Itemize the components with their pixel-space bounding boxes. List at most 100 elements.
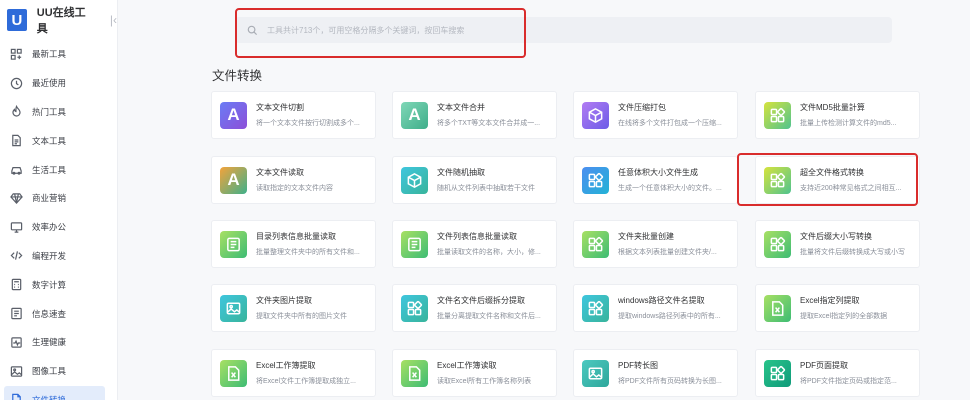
sidebar-item[interactable]: 生活工具 bbox=[0, 155, 117, 184]
tool-card-text: windows路径文件名提取 提取windows路径列表中的所有... bbox=[618, 295, 737, 321]
tool-card[interactable]: windows路径文件名提取 提取windows路径列表中的所有... bbox=[573, 284, 738, 332]
letter-a-icon: A bbox=[220, 101, 247, 129]
tool-card-text: 文件MD5批量計算 批量上传检测计算文件的md5... bbox=[800, 102, 919, 128]
tool-card-text: 目录列表信息批量读取批量整理文件夹中的所有文件和... bbox=[256, 231, 375, 257]
sidebar-item-label: 商业营销 bbox=[32, 193, 67, 204]
sidebar-item-label: 文本工具 bbox=[32, 135, 67, 146]
tool-card-title: 文件随机抽取 bbox=[437, 168, 485, 177]
tool-card[interactable]: Excel指定列提取 提取Excel指定列的全部数据 bbox=[755, 284, 920, 332]
tool-card-desc: 批量将文件后缀转换成大写或小写 bbox=[800, 249, 905, 256]
tool-card-desc: 批量读取文件的名称，大小，修... bbox=[437, 249, 541, 256]
tool-card-title: PDF页面提取 bbox=[800, 361, 848, 370]
tool-card-title: 文件名文件后缀拆分提取 bbox=[437, 296, 525, 305]
sidebar-item[interactable]: 商业营销 bbox=[0, 184, 117, 213]
sidebar-item-label: 生活工具 bbox=[32, 164, 67, 175]
tool-card-title: 文件列表信息批量读取 bbox=[437, 232, 517, 241]
tool-card[interactable]: Excel工作簿读取读取Excel所有工作簿名称列表 bbox=[392, 349, 557, 397]
sidebar-item[interactable]: 信息速查 bbox=[0, 299, 117, 328]
tool-card-desc: 提取windows路径列表中的所有... bbox=[618, 313, 721, 320]
list-icon bbox=[220, 230, 247, 258]
tool-card-title: Excel工作簿读取 bbox=[437, 361, 497, 370]
app-title[interactable]: UU在线工具 bbox=[37, 4, 96, 36]
collapse-left-icon[interactable]: |‹ bbox=[110, 13, 117, 27]
sidebar-item[interactable]: 文本工具 bbox=[0, 126, 117, 155]
tool-card[interactable]: PDF转长图将PDF文件所有页码转换为长图... bbox=[573, 349, 738, 397]
tool-card-title: 文件压缩打包 bbox=[618, 103, 666, 112]
tool-card[interactable]: 文件压缩打包在线将多个文件打包成一个压缩... bbox=[573, 91, 738, 139]
excel-icon bbox=[764, 294, 791, 322]
sidebar-item[interactable]: 效率办公 bbox=[0, 213, 117, 242]
tool-card-title: PDF转长图 bbox=[618, 361, 658, 370]
tool-card-title: 文件后缀大小写转换 bbox=[800, 232, 872, 241]
tool-card-text: 文件列表信息批量读取批量读取文件的名称，大小，修... bbox=[437, 231, 556, 257]
tool-card-desc: 将PDF文件指定页码或指定范... bbox=[800, 378, 897, 385]
section-title: 文件转换 bbox=[212, 69, 263, 83]
tool-card[interactable]: PDF页面提取将PDF文件指定页码或指定范... bbox=[755, 349, 920, 397]
sidebar-item[interactable]: 图像工具 bbox=[0, 357, 117, 386]
tool-card-text: 文件随机抽取 随机从文件列表中抽取若干文件 bbox=[437, 167, 556, 193]
box-icon bbox=[582, 101, 609, 129]
tool-card-desc: 将多个TXT等文本文件合并成一... bbox=[437, 120, 541, 127]
tool-card-desc: 将Excel文件工作簿提取成独立... bbox=[256, 378, 356, 385]
sidebar-item-label: 热门工具 bbox=[32, 106, 67, 117]
letter-a-icon: A bbox=[401, 101, 428, 129]
grid-icon bbox=[764, 359, 791, 387]
tool-card-text: 文件名文件后缀拆分提取 批量分离提取文件名称和文件后... bbox=[437, 295, 556, 321]
tool-card-text: Excel工作簿提取 将Excel文件工作簿提取成独立... bbox=[256, 360, 375, 386]
diamond-icon bbox=[9, 191, 23, 205]
sidebar-item-label: 数字计算 bbox=[32, 279, 67, 290]
tool-card[interactable]: 文件名文件后缀拆分提取 批量分离提取文件名称和文件后... bbox=[392, 284, 557, 332]
sidebar-item-label: 最近使用 bbox=[32, 78, 67, 89]
card-highlight-box bbox=[737, 153, 918, 206]
tool-card-text: PDF页面提取将PDF文件指定页码或指定范... bbox=[800, 360, 919, 386]
app-logo[interactable]: U bbox=[7, 9, 27, 31]
document-icon bbox=[9, 134, 23, 148]
tool-card-text: 文件夹批量创建 根据文本列表批量创建文件夹/... bbox=[618, 231, 737, 257]
tool-card[interactable]: A 文本文件合并将多个TXT等文本文件合并成一... bbox=[392, 91, 557, 139]
code-icon bbox=[9, 249, 23, 263]
tool-card-title: 文本文件合并 bbox=[437, 103, 485, 112]
tool-card[interactable]: A 文本文件读取 读取指定的文本文件内容 bbox=[211, 156, 376, 204]
tool-card[interactable]: 文件夹图片提取 提取文件夹中所有的图片文件 bbox=[211, 284, 376, 332]
tool-card-title: 文本文件读取 bbox=[256, 168, 304, 177]
image-icon bbox=[220, 294, 247, 322]
tool-card-title: 目录列表信息批量读取 bbox=[256, 232, 336, 241]
sidebar-item[interactable]: 最近使用 bbox=[0, 69, 117, 98]
sidebar-item[interactable]: 热门工具 bbox=[0, 98, 117, 127]
sidebar-item[interactable]: 最新工具 bbox=[0, 40, 117, 69]
sidebar-item[interactable]: 生理健康 bbox=[0, 328, 117, 357]
tool-card[interactable]: 文件后缀大小写转换批量将文件后缀转换成大写或小写 bbox=[755, 220, 920, 268]
tool-card[interactable]: 任意体积大小文件生成 生成一个任意体积大小的文件。... bbox=[573, 156, 738, 204]
tool-card-title: 文件MD5批量計算 bbox=[800, 103, 865, 112]
monitor-icon bbox=[9, 220, 23, 234]
sidebar-nav: 最新工具最近使用热门工具文本工具生活工具商业营销效率办公 编程开发数字计算信息速查… bbox=[0, 40, 117, 400]
tool-card-desc: 将PDF文件所有页码转换为长图... bbox=[618, 378, 722, 385]
tool-card[interactable]: 文件MD5批量計算 批量上传检测计算文件的md5... bbox=[755, 91, 920, 139]
tool-card-desc: 读取Excel所有工作簿名称列表 bbox=[437, 378, 532, 385]
tool-card-desc: 在线将多个文件打包成一个压缩... bbox=[618, 120, 722, 127]
sidebar-item[interactable]: 数字计算 bbox=[0, 270, 117, 299]
list-icon bbox=[401, 230, 428, 258]
tool-card-text: 文本文件切割 将一个文本文件按行切割成多个... bbox=[256, 102, 375, 128]
tool-card-text: 文本文件合并将多个TXT等文本文件合并成一... bbox=[437, 102, 556, 128]
clock-icon bbox=[9, 76, 23, 90]
tool-card-text: 文本文件读取 读取指定的文本文件内容 bbox=[256, 167, 375, 193]
image-icon bbox=[582, 359, 609, 387]
grid-plus-icon bbox=[9, 47, 23, 61]
grid-icon bbox=[764, 101, 791, 129]
tool-card[interactable]: A 文本文件切割 将一个文本文件按行切割成多个... bbox=[211, 91, 376, 139]
sidebar-item[interactable]: 文件转换 bbox=[4, 385, 105, 400]
tool-card[interactable]: 文件列表信息批量读取批量读取文件的名称，大小，修... bbox=[392, 220, 557, 268]
tool-card[interactable]: 目录列表信息批量读取批量整理文件夹中的所有文件和... bbox=[211, 220, 376, 268]
tool-card-text: Excel工作簿读取读取Excel所有工作簿名称列表 bbox=[437, 360, 556, 386]
tool-card-text: 文件后缀大小写转换批量将文件后缀转换成大写或小写 bbox=[800, 231, 919, 257]
tool-card-desc: 批量整理文件夹中的所有文件和... bbox=[256, 249, 360, 256]
tool-card[interactable]: 文件夹批量创建 根据文本列表批量创建文件夹/... bbox=[573, 220, 738, 268]
tool-card[interactable]: 文件随机抽取 随机从文件列表中抽取若干文件 bbox=[392, 156, 557, 204]
tool-card-text: Excel指定列提取 提取Excel指定列的全部数据 bbox=[800, 295, 919, 321]
tool-card-title: 文本文件切割 bbox=[256, 103, 304, 112]
tool-card[interactable]: Excel工作簿提取 将Excel文件工作簿提取成独立... bbox=[211, 349, 376, 397]
grid-icon bbox=[401, 294, 428, 322]
sidebar-item[interactable]: 编程开发 bbox=[0, 242, 117, 271]
excel-icon bbox=[220, 359, 247, 387]
